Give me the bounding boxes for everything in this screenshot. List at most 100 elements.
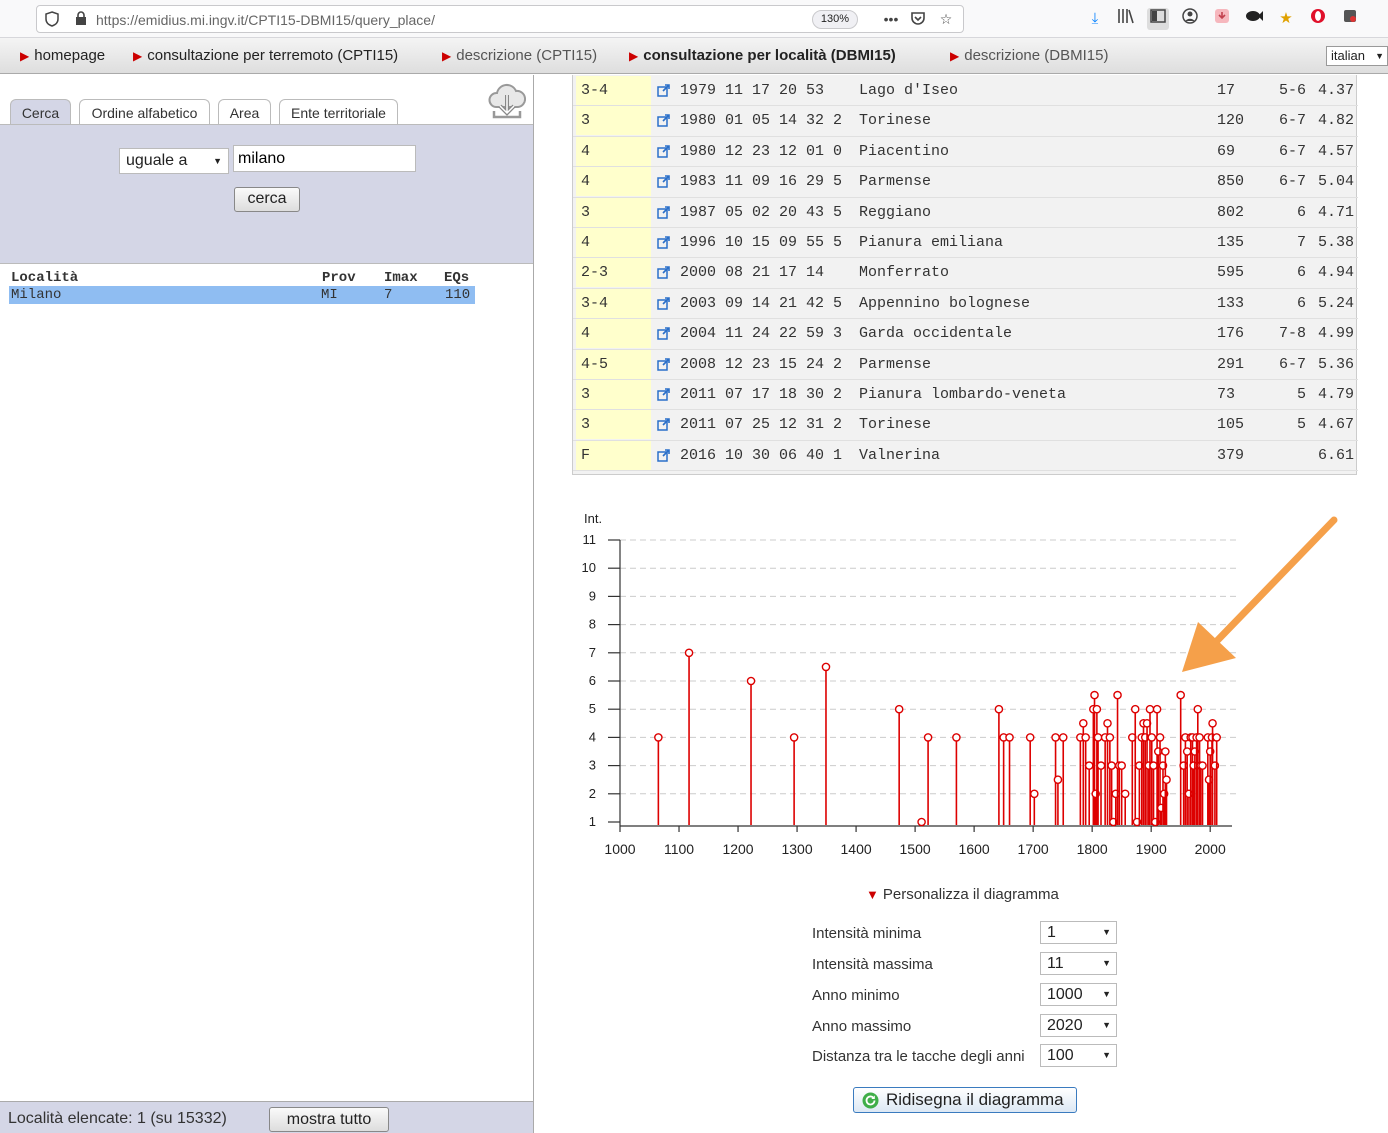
table-row[interactable]: 3-4 1979 11 17 20 53 Lago d'Iseo 17 5-6 4.37 (573, 76, 1358, 107)
table-row[interactable]: Milano MI 7 110 (9, 286, 475, 304)
tab-cerca[interactable]: Cerca (10, 99, 71, 125)
extension-puzzle-icon[interactable] (1339, 8, 1361, 30)
external-link-icon[interactable] (657, 144, 670, 158)
event-io: 6 (1296, 203, 1306, 221)
shield-icon[interactable] (44, 11, 60, 27)
pocket-icon[interactable] (910, 11, 926, 27)
column-header-locality[interactable]: Località (11, 270, 78, 286)
external-link-icon[interactable] (657, 388, 670, 401)
locality-eq-count: 110 (445, 287, 471, 303)
event-io: 5 (1296, 386, 1306, 403)
show-all-button[interactable]: mostra tutto (269, 1107, 389, 1132)
nav-locality-query[interactable]: ▶ consultazione per località (DBMI15) (629, 47, 896, 64)
extension-download-icon[interactable] (1211, 8, 1233, 30)
external-link-icon[interactable] (657, 266, 670, 280)
min-intensity-select[interactable]: 1 ▼ (1040, 921, 1117, 944)
event-np: 105 (1217, 416, 1245, 434)
event-epicentral-area: Parmense (859, 355, 932, 373)
external-link-icon[interactable] (657, 448, 670, 462)
event-epicentral-area: Reggiano (859, 203, 932, 221)
data-point (1149, 761, 1158, 770)
external-link-icon[interactable] (657, 236, 670, 249)
column-header-imax[interactable]: Imax (384, 270, 418, 286)
locality-search-input[interactable] (233, 145, 416, 172)
nav-earthquake-query[interactable]: ▶ consultazione per terremoto (CPTI15) (133, 47, 398, 64)
external-link-icon[interactable] (657, 418, 670, 432)
table-row[interactable]: 3 2011 07 17 18 30 2 Pianura lombardo-vene… (573, 380, 1358, 411)
table-row[interactable]: 4 1983 11 09 16 29 5 Parmense 850 6-7 5.04 (573, 167, 1358, 198)
customize-chart-toggle[interactable]: ▼ Personalizza il diagramma (866, 886, 1059, 903)
event-io: 6-7 (1278, 112, 1306, 130)
table-row[interactable]: 3 1980 01 05 14 32 2 Torinese 120 6-7 4.82 (573, 106, 1358, 137)
table-row[interactable]: 4 1980 12 23 12 01 0 Piacentino 69 6-7 4.57 (573, 136, 1358, 168)
max-year-select[interactable]: 2020 ▼ (1040, 1014, 1117, 1037)
event-io: 6 (1296, 294, 1306, 312)
external-link-icon[interactable] (657, 84, 670, 97)
data-point (994, 704, 1004, 714)
data-point (1051, 733, 1060, 742)
external-link-icon[interactable] (657, 357, 670, 371)
min-year-select[interactable]: 1000 ▼ (1040, 983, 1117, 1006)
extension-star-icon[interactable]: ★ (1275, 8, 1297, 30)
sidebar-icon[interactable] (1147, 8, 1169, 30)
library-icon[interactable] (1115, 8, 1137, 30)
nav-cpti15-description[interactable]: ▶ descrizione (CPTI15) (442, 47, 597, 64)
opera-icon[interactable] (1307, 8, 1329, 30)
x-tick-label: 2000 (1195, 841, 1226, 857)
tab-area[interactable]: Area (218, 99, 271, 125)
data-point (1030, 789, 1039, 799)
language-select[interactable]: italian ▼ (1326, 46, 1388, 66)
event-datetime: 1980 01 05 14 32 2 (680, 112, 843, 130)
event-io: 7 (1296, 234, 1306, 251)
max-intensity-label: Intensità massima (812, 956, 933, 973)
data-point (1025, 733, 1035, 742)
y-tick-label: 9 (589, 588, 596, 603)
table-row[interactable]: 4-5 2008 12 23 15 24 2 Parmense 291 6-7 5.36 (573, 349, 1358, 380)
nav-arrow-icon: ▶ (950, 49, 960, 63)
extension-fish-icon[interactable] (1243, 8, 1265, 30)
browser-toolbar: https://emidius.mi.ingv.it/CPTI15-DBMI15… (0, 0, 1388, 38)
table-row[interactable]: 4 2004 11 24 22 59 3 Garda occidentale 176 7… (573, 319, 1358, 350)
redraw-chart-button[interactable]: Ridisegna il diagramma (853, 1087, 1077, 1113)
bookmark-star-icon[interactable]: ☆ (938, 11, 954, 27)
external-link-icon[interactable] (657, 296, 670, 310)
event-np: 69 (1217, 142, 1236, 160)
tab-alphabetical[interactable]: Ordine alfabetico (79, 99, 210, 125)
table-row[interactable]: 2-3 2000 08 21 17 14 Monferrato 595 6 4.94 (573, 258, 1358, 289)
data-point (1208, 718, 1217, 728)
external-link-icon[interactable] (657, 205, 670, 219)
nav-homepage[interactable]: ▶ homepage (20, 47, 105, 64)
column-header-eqs[interactable]: EQs (444, 270, 469, 286)
tab-territorial-entity[interactable]: Ente territoriale (279, 99, 398, 125)
address-bar[interactable]: https://emidius.mi.ingv.it/CPTI15-DBMI15… (36, 5, 964, 33)
data-point (1162, 775, 1171, 785)
download-arrow-icon[interactable]: ⤓ (1084, 8, 1106, 30)
table-row[interactable]: 3 2011 07 25 12 31 2 Torinese 105 5 4.67 (573, 410, 1358, 441)
data-point (917, 817, 926, 827)
lock-icon[interactable] (73, 11, 89, 27)
event-datetime: 2000 08 21 17 14 (680, 264, 843, 282)
account-icon[interactable] (1179, 8, 1201, 30)
data-point (1090, 690, 1099, 700)
more-actions-icon[interactable]: ••• (881, 11, 901, 27)
table-row[interactable]: 3-4 2003 09 14 21 42 5 Appennino bolognese… (573, 288, 1358, 320)
external-link-icon[interactable] (657, 175, 670, 188)
nav-dbmi15-description[interactable]: ▶ descrizione (DBMI15) (950, 47, 1108, 64)
max-intensity-select[interactable]: 11 ▼ (1040, 952, 1117, 975)
event-datetime: 1983 11 09 16 29 5 (680, 173, 843, 191)
event-mw: 4.82 (1318, 112, 1355, 130)
match-mode-select[interactable]: uguale a ▼ (119, 148, 229, 174)
external-link-icon[interactable] (657, 327, 670, 340)
year-tick-spacing-select[interactable]: 100 ▼ (1040, 1044, 1117, 1067)
table-row[interactable]: 3 1987 05 02 20 43 5 Reggiano 802 6 4.71 (573, 197, 1358, 228)
url-text[interactable]: https://emidius.mi.ingv.it/CPTI15-DBMI15… (96, 12, 435, 28)
table-row[interactable]: F 2016 10 30 06 40 1 Valnerina 379 6.61 (573, 440, 1358, 472)
chevron-down-icon: ▼ (213, 156, 222, 166)
external-link-icon[interactable] (657, 114, 670, 128)
cloud-download-icon[interactable] (488, 81, 527, 121)
table-row[interactable]: 4 1996 10 15 09 55 5 Pianura emiliana 135 7 5… (573, 228, 1358, 259)
zoom-level-badge[interactable]: 130% (812, 10, 858, 29)
column-header-prov[interactable]: Prov (322, 270, 356, 286)
chevron-down-icon: ▼ (1102, 1050, 1111, 1060)
search-button[interactable]: cerca (234, 187, 300, 212)
